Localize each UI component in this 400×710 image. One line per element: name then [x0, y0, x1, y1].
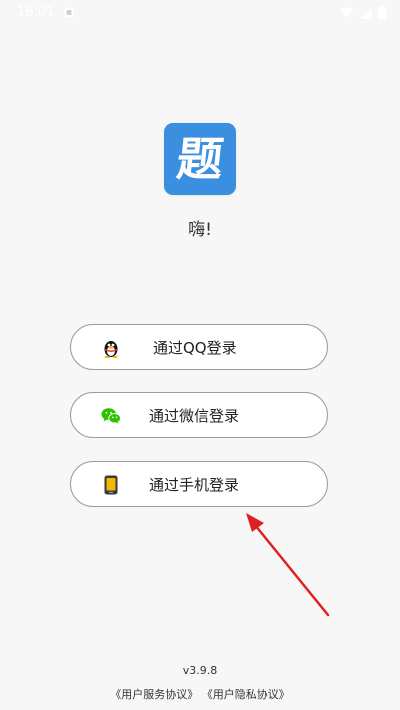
signal-icon: [360, 6, 372, 19]
wechat-login-label: 通过微信登录: [149, 407, 240, 425]
phone-login-label: 通过手机登录: [149, 476, 240, 494]
agreements-links: 《用户服务协议》 《用户隐私协议》: [0, 686, 400, 702]
app-logo-glyph: 题: [174, 132, 226, 186]
qq-penguin-icon: [101, 338, 121, 358]
qq-login-label: 通过QQ登录: [153, 339, 237, 357]
status-time: 16:01: [17, 5, 55, 20]
greeting-text: 嗨!: [188, 220, 212, 240]
phone-login-button[interactable]: 通过手机登录: [70, 461, 328, 507]
app-logo: 题: [164, 123, 236, 195]
status-icons: [340, 6, 386, 19]
user-service-agreement-link[interactable]: 《用户服务协议》: [110, 688, 198, 701]
wechat-login-button[interactable]: 通过微信登录: [70, 392, 328, 438]
battery-icon: [378, 6, 386, 19]
qq-login-button[interactable]: 通过QQ登录: [70, 324, 328, 370]
app-version: v3.9.8: [182, 664, 218, 677]
wechat-icon: [101, 406, 121, 426]
phone-icon: [101, 475, 121, 495]
notification-square-icon: [64, 7, 74, 18]
wifi-icon: [340, 7, 354, 18]
user-privacy-agreement-link[interactable]: 《用户隐私协议》: [202, 688, 290, 701]
status-bar: 16:01: [0, 0, 400, 26]
